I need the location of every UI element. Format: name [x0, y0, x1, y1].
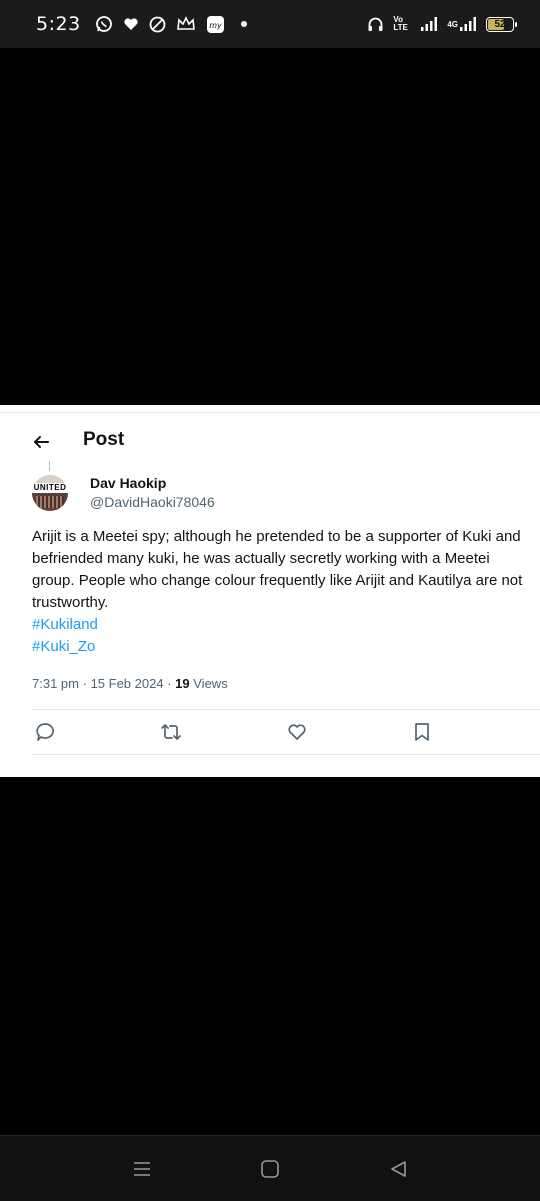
like-button[interactable]: [286, 721, 308, 743]
signal-icon: [421, 17, 438, 31]
thread-line: [49, 461, 50, 471]
post-header: Post: [0, 425, 540, 459]
post-meta: 7:31 pm · 15 Feb 2024 · 19 Views: [32, 676, 228, 691]
status-right: Vo LTE 4G 52: [367, 15, 517, 33]
avatar-label: UNITED: [32, 483, 68, 493]
avatar[interactable]: UNITED: [32, 475, 68, 511]
post-text: Arijit is a Meetei spy; although he pret…: [32, 528, 523, 611]
top-divider: [0, 412, 540, 413]
hashtag-link[interactable]: #Kuki_Zo: [32, 638, 95, 655]
views-count: 19: [175, 676, 190, 691]
retweet-icon: [161, 724, 181, 740]
post-time: 7:31 pm: [32, 676, 79, 691]
menu-icon[interactable]: [131, 1158, 153, 1180]
reply-icon: [36, 723, 54, 741]
app-icon: my: [206, 15, 224, 33]
headphones-icon: [368, 17, 383, 31]
blocked-icon: [149, 16, 166, 32]
bookmark-button[interactable]: [411, 721, 433, 743]
svg-text:my: my: [209, 21, 222, 30]
retweet-button[interactable]: [160, 721, 182, 743]
back-arrow-icon[interactable]: [31, 432, 51, 452]
network-type: 4G: [447, 19, 458, 29]
divider: [32, 709, 540, 710]
whatsapp-icon: [95, 16, 112, 32]
back-icon[interactable]: [388, 1158, 410, 1180]
views-label: Views: [193, 676, 228, 691]
heart-icon: [124, 18, 138, 30]
more-notifications-dot: [240, 21, 247, 27]
status-time: 5:23: [36, 13, 81, 35]
status-bar: 5:23 my Vo LTE 4G 52: [0, 0, 540, 48]
like-icon: [288, 724, 306, 740]
post-screenshot: Post UNITED Dav Haokip @DavidHaoki78046 …: [0, 405, 540, 777]
meta-separator: ·: [82, 676, 91, 691]
notification-icons: my: [95, 15, 247, 34]
author-display-name[interactable]: Dav Haokip: [90, 475, 166, 491]
crown-icon: [176, 16, 195, 30]
volte-label: Vo LTE: [393, 15, 408, 32]
signal-icon-2: [460, 17, 476, 31]
divider: [32, 754, 540, 755]
meta-separator: ·: [167, 676, 176, 691]
home-icon[interactable]: [259, 1158, 281, 1180]
reply-button[interactable]: [34, 721, 56, 743]
author-handle[interactable]: @DavidHaoki78046: [90, 494, 215, 510]
bookmark-icon: [415, 723, 429, 741]
battery-level: 52: [494, 18, 506, 30]
system-nav-bar: [0, 1135, 540, 1201]
post-date: 15 Feb 2024: [90, 676, 164, 691]
hashtag-link[interactable]: #Kukiland: [32, 616, 98, 633]
battery-indicator: 52: [486, 16, 517, 32]
page-title: Post: [83, 429, 125, 450]
